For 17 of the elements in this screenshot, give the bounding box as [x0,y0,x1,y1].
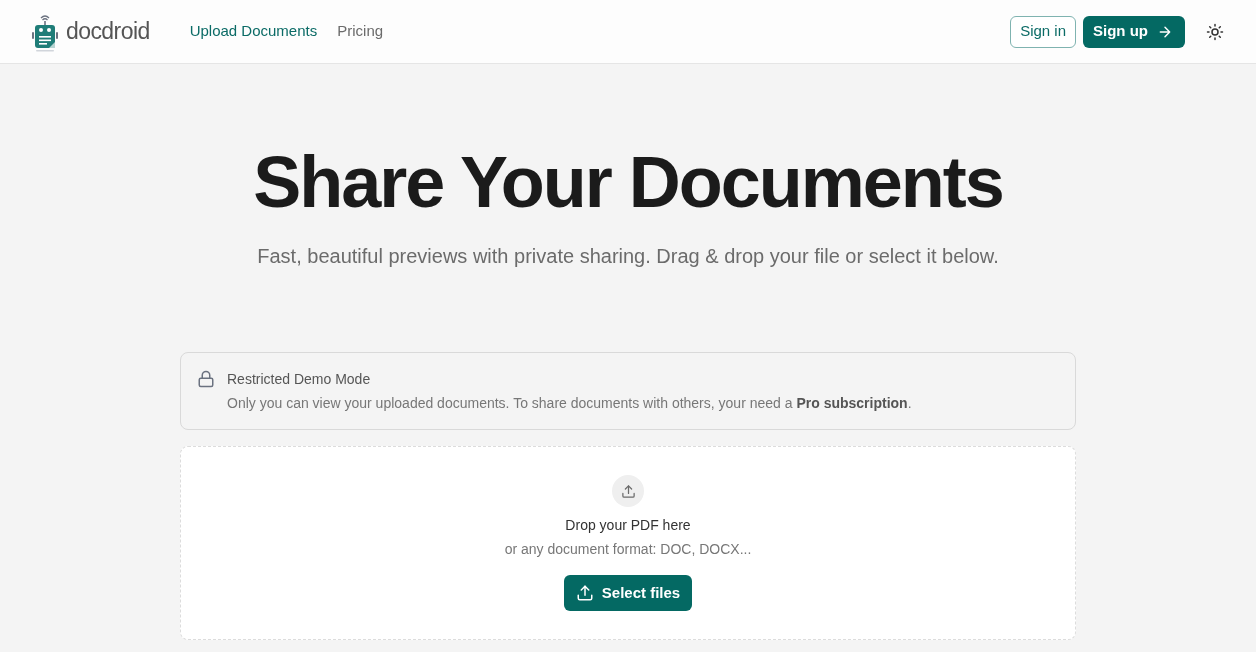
drop-zone-hint: or any document format: DOC, DOCX... [504,540,752,559]
upload-icon [612,475,644,507]
logo-wordmark[interactable]: docdroid [66,14,150,49]
page-subtitle: Fast, beautiful previews with private sharing. Drag & drop your file or select it below. [257,244,999,269]
drop-zone-title: Drop your PDF here [565,516,691,535]
upload-icon [575,584,594,602]
page-title: Share Your Documents [253,146,1003,218]
notice-title: Restricted Demo Mode [227,370,371,389]
nav-link[interactable]: Pricing [337,20,384,43]
sign-in-button[interactable]: Sign in [1010,15,1076,48]
nav-link[interactable]: Upload Documents [189,20,318,43]
sun-icon[interactable] [1206,22,1224,41]
notice-text: Only you can view your uploaded documents. To share documents with others, your need a Pro subscription. [227,394,912,413]
sign-up-button[interactable]: Sign up [1083,15,1185,48]
drop-zone[interactable]: Drop your PDF here or any document format: DOC, DOCX... Select files [180,446,1076,640]
lock-icon [197,370,215,388]
select-files-button[interactable]: Select files [563,575,693,611]
